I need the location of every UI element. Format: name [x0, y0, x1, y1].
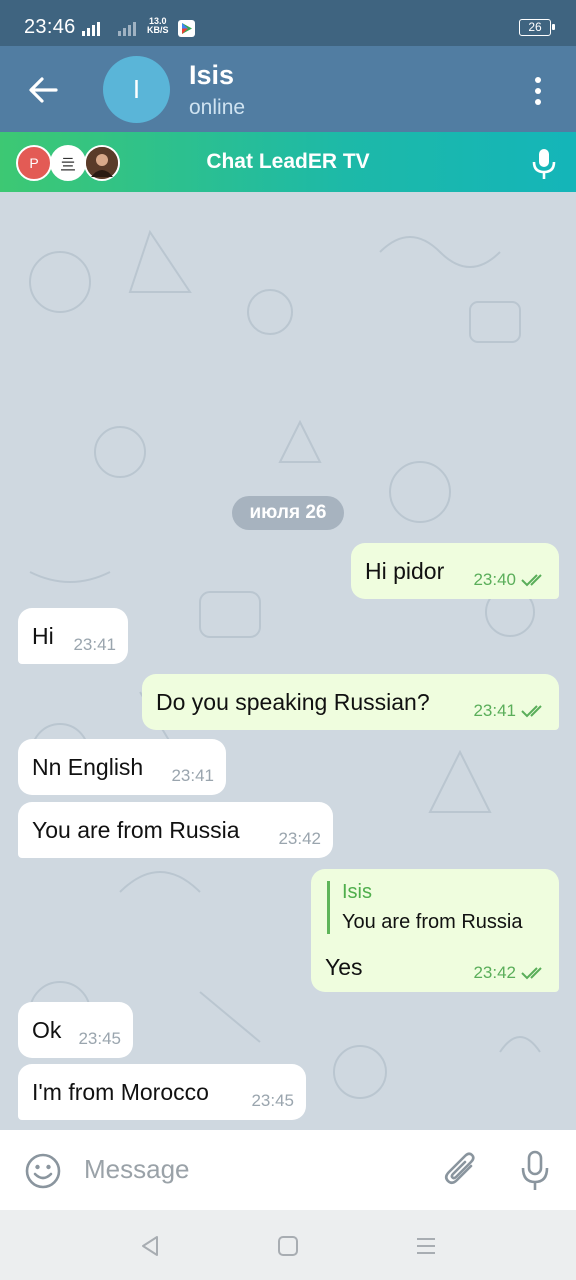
voice-chat-banner[interactable]: P 亖 Chat LeadER TV	[0, 132, 576, 192]
message-bubble-incoming[interactable]: Nn English 23:41	[18, 739, 226, 795]
microphone-icon[interactable]	[531, 148, 557, 180]
message-composer: Message	[0, 1130, 576, 1210]
message-text: Hi	[32, 623, 54, 649]
message-meta: 23:41	[73, 635, 116, 655]
nav-home-icon[interactable]	[276, 1234, 300, 1258]
message-meta: 23:42	[278, 829, 321, 849]
battery-level: 26	[528, 20, 542, 34]
network-speed: 13.0 KB/S	[147, 17, 169, 35]
reply-text: You are from Russia	[342, 911, 523, 933]
message-bubble-incoming[interactable]: I'm from Morocco 23:45	[18, 1064, 306, 1120]
message-text: I'm from Morocco	[32, 1079, 209, 1105]
message-meta: 23:41	[171, 766, 214, 786]
message-bubble-outgoing[interactable]: Hi pidor 23:40	[351, 543, 559, 599]
message-meta: 23:42	[473, 963, 547, 983]
nav-recents-icon[interactable]	[414, 1234, 438, 1258]
avatar-initial: I	[132, 74, 141, 104]
nav-back-icon[interactable]	[138, 1234, 162, 1258]
message-text: Do you speaking Russian?	[156, 689, 430, 715]
message-time: 23:45	[78, 1029, 121, 1048]
network-speed-unit: KB/S	[147, 25, 169, 35]
emoji-icon[interactable]	[24, 1152, 62, 1190]
date-divider: июля 26	[232, 496, 344, 530]
double-check-icon	[521, 705, 542, 718]
message-bubble-outgoing[interactable]: Do you speaking Russian? 23:41	[142, 674, 559, 730]
status-bar: 23:46 13.0 KB/S 26	[0, 0, 576, 46]
message-meta: 23:45	[78, 1029, 121, 1049]
paperclip-icon[interactable]	[443, 1150, 479, 1190]
message-meta: 23:45	[251, 1091, 294, 1111]
more-vertical-icon[interactable]	[528, 74, 548, 108]
microphone-icon[interactable]	[519, 1150, 551, 1192]
message-bubble-incoming[interactable]: You are from Russia 23:42	[18, 802, 333, 858]
message-time: 23:42	[278, 829, 321, 848]
reply-quote[interactable]: Isis You are from Russia	[327, 881, 522, 934]
chat-header: I Isis online	[0, 46, 576, 134]
double-check-icon	[521, 967, 542, 980]
voice-chat-title: Chat LeadER TV	[206, 150, 370, 173]
message-text: You are from Russia	[32, 817, 240, 843]
message-time: 23:45	[251, 1091, 294, 1110]
message-time: 23:40	[473, 570, 516, 589]
message-text: Hi pidor	[365, 558, 445, 584]
message-meta: 23:41	[473, 701, 547, 721]
message-time: 23:41	[473, 701, 516, 720]
message-bubble-incoming[interactable]: Ok 23:45	[18, 1002, 133, 1058]
message-time: 23:42	[473, 963, 516, 982]
message-time: 23:41	[171, 766, 214, 785]
message-text: Yes	[325, 954, 363, 980]
signal-sim2-icon	[118, 18, 136, 36]
play-store-icon	[178, 20, 195, 37]
battery-icon: 26	[519, 19, 555, 36]
status-time: 23:46	[24, 16, 76, 38]
message-bubble-outgoing-reply[interactable]: Isis You are from Russia Yes 23:42	[311, 869, 559, 992]
message-text: Nn English	[32, 754, 144, 780]
system-nav-bar	[0, 1210, 576, 1280]
reply-author: Isis	[342, 881, 372, 903]
message-time: 23:41	[73, 635, 116, 654]
avatar[interactable]: I	[103, 56, 170, 123]
signal-icon	[82, 18, 100, 36]
contact-name[interactable]: Isis	[189, 60, 234, 91]
double-check-icon	[521, 574, 542, 587]
message-input[interactable]: Message	[84, 1154, 190, 1185]
contact-status: online	[189, 96, 246, 119]
arrow-left-icon[interactable]	[26, 74, 62, 106]
message-text: Ok	[32, 1017, 62, 1043]
message-bubble-incoming[interactable]: Hi 23:41	[18, 608, 128, 664]
message-meta: 23:40	[473, 570, 547, 590]
message-list[interactable]: июля 26 Hi pidor 23:40 Hi 23:41 Do you s…	[0, 192, 576, 1130]
